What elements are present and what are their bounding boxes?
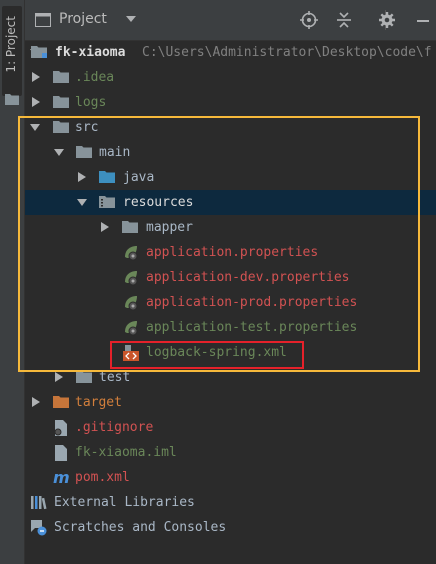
module-icon — [31, 46, 47, 58]
folder-icon — [53, 121, 69, 133]
tree-item-label: java — [123, 170, 155, 185]
tree-item-label: src — [75, 120, 99, 135]
project-tool-tab[interactable]: 1: Project — [2, 6, 22, 96]
tree-item-target[interactable]: target — [25, 390, 436, 415]
tree-item-label: .idea — [75, 70, 115, 85]
tree-item-src[interactable]: src — [25, 115, 436, 140]
tree-item-main[interactable]: main — [25, 140, 436, 165]
tree-item-label: Scratches and Consoles — [54, 520, 227, 535]
chevron-right-icon[interactable] — [54, 372, 64, 382]
tree-item-label: test — [99, 370, 131, 385]
chevron-down-icon[interactable] — [30, 122, 40, 132]
project-icon — [35, 13, 51, 27]
resources-folder-icon — [99, 196, 115, 208]
chevron-right-icon[interactable] — [31, 72, 41, 82]
tree-item-application-prod-properties[interactable]: application-prod.properties — [25, 290, 436, 315]
tree-item-label: main — [99, 145, 131, 160]
folder-icon — [76, 371, 92, 383]
spring-leaf-icon — [125, 321, 138, 336]
tree-item-idea[interactable]: .idea — [25, 65, 436, 90]
tree-item-logback-spring-xml[interactable]: logback-spring.xml — [25, 340, 436, 365]
folder-icon — [5, 94, 19, 105]
spring-leaf-icon — [125, 246, 138, 261]
tree-item-java[interactable]: java — [25, 165, 436, 190]
tree-item-label: .gitignore — [75, 420, 154, 435]
tree-item-path: C:\Users\Administrator\Desktop\code\f — [142, 45, 432, 60]
tree-item-label: application.properties — [146, 245, 319, 260]
chevron-right-icon[interactable] — [100, 222, 110, 232]
chevron-right-icon[interactable] — [77, 172, 87, 182]
tree-item-application-properties[interactable]: application.properties — [25, 240, 436, 265]
tree-item-external-libraries[interactable]: External Libraries — [25, 490, 436, 515]
tree-item-root[interactable]: fk-xiaoma C:\Users\Administrator\Desktop… — [25, 40, 436, 65]
tree-item-logs[interactable]: logs — [25, 90, 436, 115]
tree-item-label: fk-xiaoma — [55, 45, 126, 60]
tree-item-label: application-test.properties — [146, 320, 358, 335]
tree-item-label: resources — [123, 195, 194, 210]
chevron-down-icon[interactable] — [77, 197, 87, 207]
tree-item-iml[interactable]: fk-xiaoma.iml — [25, 440, 436, 465]
folder-icon — [53, 96, 69, 108]
tree-item-gitignore[interactable]: .gitignore — [25, 415, 436, 440]
text-file-icon — [55, 445, 67, 461]
tree-item-label: fk-xiaoma.iml — [75, 445, 177, 460]
chevron-down-icon[interactable] — [125, 15, 137, 23]
tree-item-application-test-properties[interactable]: application-test.properties — [25, 315, 436, 340]
project-tree: fk-xiaoma C:\Users\Administrator\Desktop… — [25, 40, 436, 540]
tree-item-label: application-dev.properties — [146, 270, 350, 285]
folder-icon — [76, 146, 92, 158]
panel-title[interactable]: Project — [59, 11, 107, 27]
source-folder-icon — [99, 171, 115, 183]
folder-icon — [122, 221, 138, 233]
xml-icon — [123, 345, 139, 361]
tree-item-scratches[interactable]: Scratches and Consoles — [25, 515, 436, 540]
tree-item-label: logback-spring.xml — [146, 345, 287, 360]
locate-icon[interactable] — [300, 11, 318, 29]
spring-leaf-icon — [125, 296, 138, 311]
tree-item-label: mapper — [146, 220, 193, 235]
folder-icon — [53, 71, 69, 83]
tree-item-label: logs — [75, 95, 107, 110]
svg-text:m: m — [53, 469, 70, 487]
project-panel-header: Project — [25, 0, 436, 41]
tree-item-application-dev-properties[interactable]: application-dev.properties — [25, 265, 436, 290]
chevron-down-icon[interactable] — [54, 147, 64, 157]
library-icon — [31, 496, 47, 510]
minimize-icon[interactable] — [414, 11, 432, 29]
spring-leaf-icon — [125, 271, 138, 286]
tool-window-strip: 1: Project — [0, 0, 25, 564]
tree-item-label: External Libraries — [54, 495, 195, 510]
chevron-right-icon[interactable] — [31, 397, 41, 407]
chevron-right-icon[interactable] — [31, 97, 41, 107]
project-tool-tab-label: 1: Project — [4, 16, 18, 73]
tree-item-label: application-prod.properties — [146, 295, 358, 310]
tree-item-label: pom.xml — [75, 470, 130, 485]
tree-item-resources[interactable]: resources — [25, 190, 436, 215]
tree-item-test[interactable]: test — [25, 365, 436, 390]
tree-item-pom-xml[interactable]: m pom.xml — [25, 465, 436, 490]
tree-item-mapper[interactable]: mapper — [25, 215, 436, 240]
collapse-icon[interactable] — [335, 11, 353, 29]
tree-item-label: target — [75, 395, 122, 410]
scratches-icon — [31, 520, 47, 536]
maven-icon: m — [53, 469, 70, 487]
gear-icon[interactable] — [378, 11, 396, 29]
excluded-folder-icon — [53, 396, 69, 408]
text-file-icon — [54, 420, 67, 436]
